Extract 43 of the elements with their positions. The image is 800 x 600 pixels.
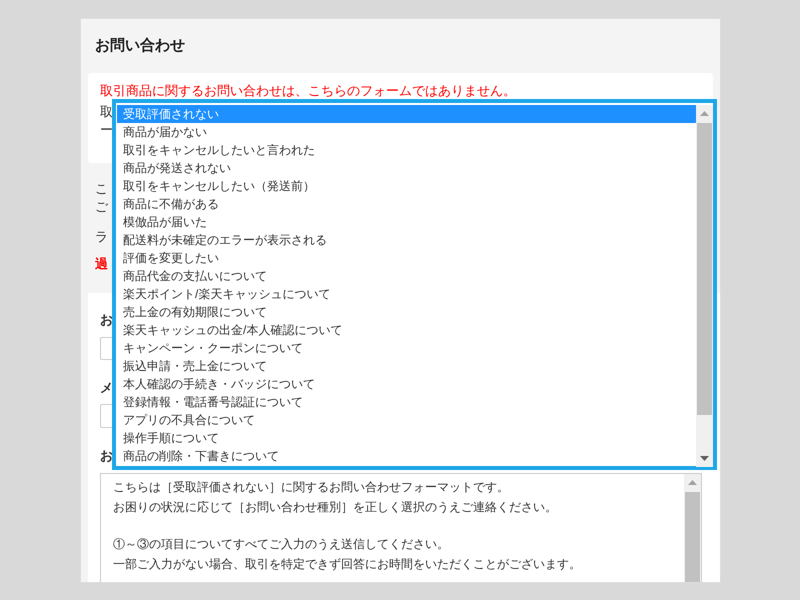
dropdown-option[interactable]: 振込申請・売上金について: [117, 357, 696, 375]
dropdown-option[interactable]: 売上金の有効期限について: [117, 303, 696, 321]
message-line: お困りの状況に応じて［お問い合わせ種別］を正しく選択のうえご連絡ください。: [113, 499, 557, 516]
dropdown-option[interactable]: 評価を変更したい: [117, 249, 696, 267]
scroll-down-icon[interactable]: [700, 456, 709, 461]
intro-text: ご: [95, 198, 108, 216]
intro-text: こ: [95, 180, 108, 198]
warning-text: 取引商品に関するお問い合わせは、こちらのフォームではありません。: [100, 83, 516, 98]
dropdown-option[interactable]: 模倣品が届いた: [117, 213, 696, 231]
dropdown-option[interactable]: 配送料が未確定のエラーが表示される: [117, 231, 696, 249]
dropdown-option[interactable]: 楽天キャッシュの出金/本人確認について: [117, 321, 696, 339]
dropdown-option[interactable]: 操作手順について: [117, 429, 696, 447]
field-label: メ: [100, 378, 113, 397]
alert-text: 過: [95, 255, 108, 273]
dropdown-option[interactable]: 商品が発送されない: [117, 159, 696, 177]
scrollbar[interactable]: [696, 105, 713, 467]
notice-text: 取: [100, 103, 113, 121]
intro-label: ラ: [95, 228, 108, 246]
dropdown-option[interactable]: 取引をキャンセルしたい（発送前）: [117, 177, 696, 195]
field-label: お: [100, 446, 113, 464]
dropdown-option[interactable]: 楽天ポイント/楽天キャッシュについて: [117, 285, 696, 303]
scroll-thumb[interactable]: [697, 123, 712, 415]
dropdown-option[interactable]: 商品が届かない: [117, 123, 696, 141]
scroll-up-icon[interactable]: [688, 480, 697, 485]
field-label: お: [100, 311, 113, 329]
message-field[interactable]: こちらは［受取評価されない］に関するお問い合わせフォーマットです。 お困りの状況に応じて［お問い合わせ種別］を正しく選択のうえご連絡ください。 ①～③の項目についてすべてご入力のうえ送信してください。 一部ご入力がない場合、取引を特定できず回答にお時間をいただくことがございます。: [100, 473, 702, 582]
dropdown-option[interactable]: 本人確認の手続き・バッジについて: [117, 375, 696, 393]
scroll-up-icon[interactable]: [700, 111, 709, 116]
dropdown-option[interactable]: 商品の削除・下書きについて: [117, 447, 696, 465]
dropdown-option[interactable]: 商品代金の支払いについて: [117, 267, 696, 285]
scrollbar[interactable]: [684, 474, 701, 582]
dropdown-option[interactable]: 取引をキャンセルしたいと言われた: [117, 141, 696, 159]
notice-text: ー: [100, 121, 113, 139]
dropdown-option[interactable]: アプリの不具合について: [117, 411, 696, 429]
message-line: ①～③の項目についてすべてご入力のうえ送信してください。: [113, 536, 449, 553]
message-line: こちらは［受取評価されない］に関するお問い合わせフォーマットです。: [113, 479, 509, 496]
dropdown-option[interactable]: 登録情報・電話番号認証について: [117, 393, 696, 411]
dropdown-option[interactable]: キャンペーン・クーポンについて: [117, 339, 696, 357]
scroll-thumb[interactable]: [685, 492, 700, 582]
dropdown-list[interactable]: [112, 99, 717, 470]
message-line: 一部ご入力がない場合、取引を特定できず回答にお時間をいただくことがございます。: [113, 556, 581, 573]
page-title: お問い合わせ: [95, 36, 185, 56]
dropdown-option[interactable]: 商品に不備がある: [117, 195, 696, 213]
